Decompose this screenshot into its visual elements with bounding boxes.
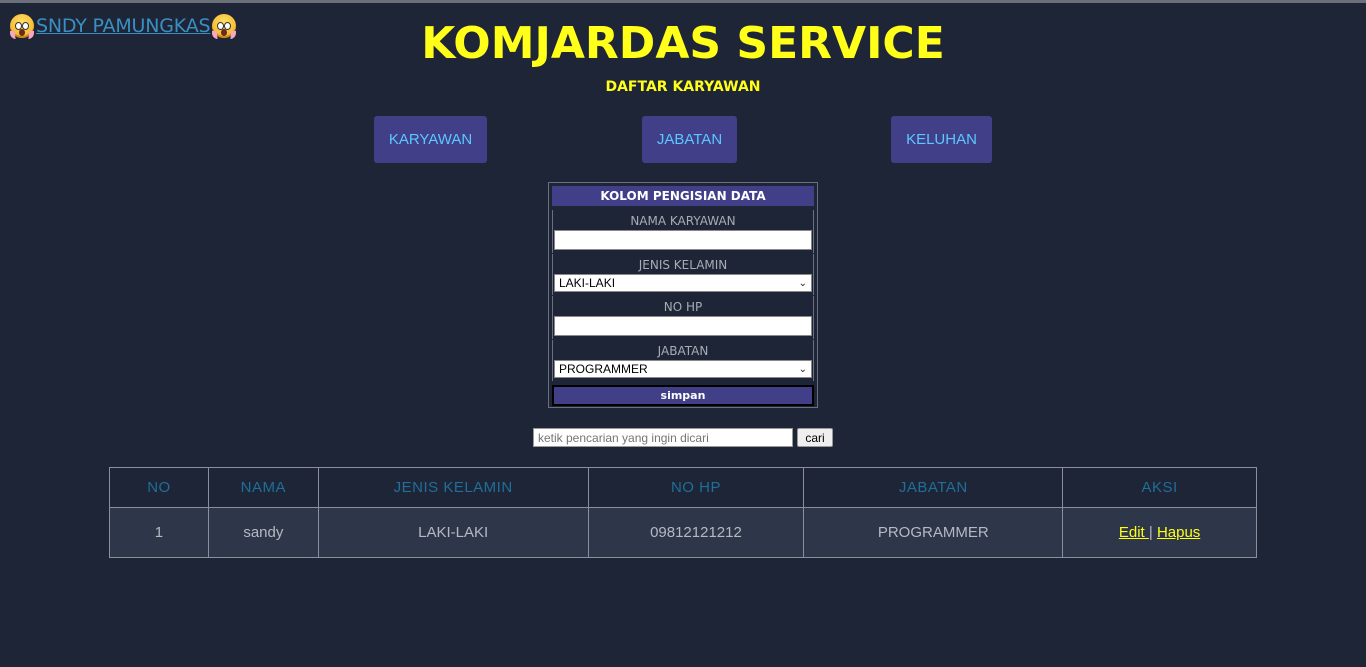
column-header: AKSI bbox=[1062, 467, 1257, 508]
nav-keluhan-button[interactable]: KELUHAN bbox=[891, 116, 992, 163]
edit-link[interactable]: Edit bbox=[1119, 524, 1149, 541]
nav-karyawan-button[interactable]: KARYAWAN bbox=[374, 116, 487, 163]
select-value: PROGRAMMER bbox=[559, 362, 648, 376]
employee-table: NO NAMA JENIS KELAMIN NO HP JABATAN AKSI… bbox=[109, 467, 1257, 558]
jenis-kelamin-select[interactable]: LAKI-LAKI ⌄ bbox=[554, 274, 812, 292]
column-header: NO HP bbox=[587, 467, 805, 508]
search-input[interactable] bbox=[533, 428, 793, 447]
chevron-down-icon: ⌄ bbox=[798, 277, 807, 289]
column-header: NO bbox=[109, 467, 209, 508]
cell-jabatan: PROGRAMMER bbox=[803, 507, 1064, 558]
no-hp-input[interactable] bbox=[554, 316, 812, 336]
field-jabatan: JABATAN PROGRAMMER ⌄ bbox=[552, 340, 814, 381]
page-title: KOMJARDAS SERVICE bbox=[421, 18, 945, 69]
column-header: NAMA bbox=[207, 467, 319, 508]
field-label: NAMA KARYAWAN bbox=[630, 214, 736, 228]
select-value: LAKI-LAKI bbox=[559, 276, 616, 290]
cell-nama: sandy bbox=[207, 507, 319, 558]
column-header: JENIS KELAMIN bbox=[317, 467, 589, 508]
field-label: JENIS KELAMIN bbox=[638, 258, 728, 272]
nama-karyawan-input[interactable] bbox=[554, 230, 812, 250]
table-header-row: NO NAMA JENIS KELAMIN NO HP JABATAN AKSI bbox=[109, 467, 1257, 508]
cell-no: 1 bbox=[109, 507, 209, 558]
field-no-hp: NO HP bbox=[552, 296, 814, 339]
page-subtitle: DAFTAR KARYAWAN bbox=[605, 79, 761, 95]
chevron-down-icon: ⌄ bbox=[798, 363, 807, 375]
field-label: JABATAN bbox=[657, 344, 709, 358]
form-title: KOLOM PENGISIAN DATA bbox=[552, 186, 814, 206]
action-separator: | bbox=[1148, 524, 1153, 541]
cell-jenis-kelamin: LAKI-LAKI bbox=[317, 507, 589, 558]
table-row: 1 sandy LAKI-LAKI 09812121212 PROGRAMMER… bbox=[109, 507, 1257, 558]
column-header: JABATAN bbox=[803, 467, 1064, 508]
jabatan-select[interactable]: PROGRAMMER ⌄ bbox=[554, 360, 812, 378]
field-nama-karyawan: NAMA KARYAWAN bbox=[552, 210, 814, 253]
nav-jabatan-button[interactable]: JABATAN bbox=[642, 116, 737, 163]
data-entry-form: KOLOM PENGISIAN DATA NAMA KARYAWAN JENIS… bbox=[548, 182, 818, 408]
simpan-button[interactable]: simpan bbox=[552, 385, 814, 406]
hapus-link[interactable]: Hapus bbox=[1157, 524, 1200, 541]
field-label: NO HP bbox=[663, 300, 703, 314]
search-button[interactable]: cari bbox=[797, 428, 833, 447]
cell-no-hp: 09812121212 bbox=[587, 507, 805, 558]
field-jenis-kelamin: JENIS KELAMIN LAKI-LAKI ⌄ bbox=[552, 254, 814, 295]
cell-aksi: Edit | Hapus bbox=[1062, 507, 1257, 558]
